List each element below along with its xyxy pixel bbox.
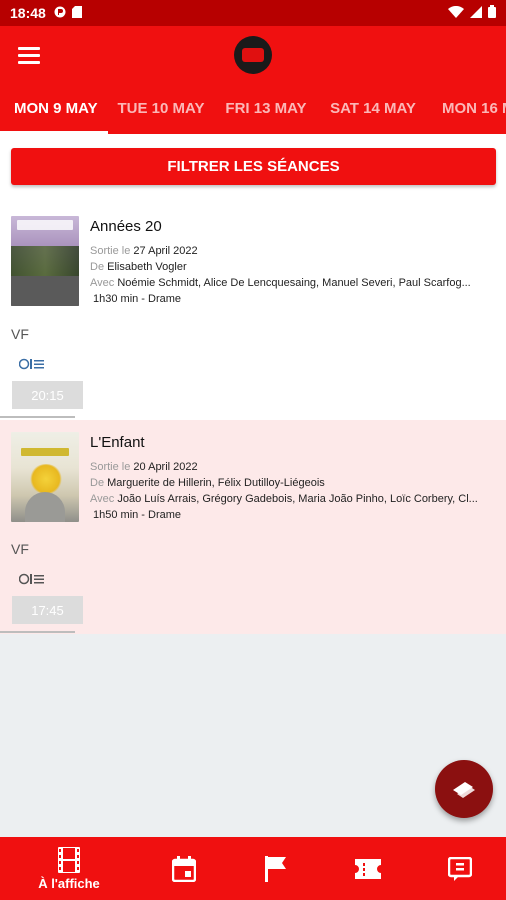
release-date: 27 April 2022 <box>133 245 198 257</box>
hamburger-menu-icon[interactable] <box>18 43 42 67</box>
movie-info: L'Enfant Sortie le 20 April 2022 De Marg… <box>90 434 500 523</box>
release-label: Sortie le <box>90 245 131 257</box>
showtime-button[interactable]: 17:45 <box>12 596 83 624</box>
ticket-icon <box>453 782 475 798</box>
release-line: Sortie le 20 April 2022 <box>90 459 494 475</box>
ticket-fab-button[interactable] <box>435 760 493 818</box>
status-bar: 18:48 <box>0 0 506 26</box>
director-line: De Elisabeth Vogler <box>90 259 494 275</box>
movie-poster[interactable] <box>11 216 79 306</box>
film-strip-icon <box>58 846 80 873</box>
release-label: Sortie le <box>90 461 131 473</box>
cast-label: Avec <box>90 277 115 289</box>
message-icon <box>448 856 472 881</box>
cast-names: Noémie Schmidt, Alice De Lencquesaing, M… <box>117 277 471 289</box>
movie-title[interactable]: L'Enfant <box>90 434 500 451</box>
release-date: 20 April 2022 <box>133 461 198 473</box>
accessibility-icon <box>19 573 44 585</box>
duration-genre: 1h30 min - Drame <box>93 293 182 305</box>
tab-date-5[interactable]: MON 16 M <box>428 84 506 134</box>
showtime-button[interactable]: 20:15 <box>12 381 83 409</box>
flag-icon <box>265 855 286 882</box>
filter-sessions-button[interactable]: FILTRER LES SÉANCES <box>11 148 496 185</box>
movie-card[interactable]: Années 20 Sortie le 27 April 2022 De Eli… <box>0 204 506 420</box>
date-tabs: MON 9 MAY TUE 10 MAY FRI 13 MAY SAT 14 M… <box>0 84 506 134</box>
movie-info: Années 20 Sortie le 27 April 2022 De Eli… <box>90 218 500 307</box>
director-names: Elisabeth Vogler <box>107 261 187 273</box>
movie-poster[interactable] <box>11 432 79 522</box>
cast-label: Avec <box>90 493 115 505</box>
app-bar <box>0 26 506 84</box>
battery-icon <box>488 5 496 21</box>
director-label: De <box>90 261 105 273</box>
director-line: De Marguerite de Hillerin, Félix Dutillo… <box>90 475 494 491</box>
tab-date-3[interactable]: FRI 13 MAY <box>214 84 318 134</box>
director-names: Marguerite de Hillerin, Félix Dutilloy-L… <box>107 477 325 489</box>
tab-date-1[interactable]: MON 9 MAY <box>0 84 108 134</box>
cast-line: Avec Noémie Schmidt, Alice De Lencquesai… <box>90 275 494 291</box>
accessibility-icon <box>19 358 44 370</box>
language-version: VF <box>11 541 29 557</box>
nav-tickets[interactable] <box>322 837 414 900</box>
nav-events[interactable] <box>230 837 322 900</box>
language-version: VF <box>11 326 29 342</box>
logo-mark <box>242 48 264 62</box>
calendar-icon <box>172 855 196 882</box>
cast-names: João Luís Arrais, Grégory Gadebois, Mari… <box>117 493 478 505</box>
status-time: 18:48 <box>10 5 46 21</box>
divider <box>0 631 75 633</box>
director-label: De <box>90 477 105 489</box>
nav-info[interactable] <box>414 837 506 900</box>
bottom-nav: À l'affiche <box>0 837 506 900</box>
tab-date-4[interactable]: SAT 14 MAY <box>318 84 428 134</box>
ticket-icon <box>355 858 381 879</box>
movie-card[interactable]: L'Enfant Sortie le 20 April 2022 De Marg… <box>0 420 506 634</box>
divider <box>0 416 75 418</box>
signal-icon <box>470 5 482 21</box>
nav-label-now-showing: À l'affiche <box>38 875 100 891</box>
nav-now-showing[interactable]: À l'affiche <box>0 837 138 900</box>
cinema-logo[interactable] <box>234 36 272 74</box>
movie-title[interactable]: Années 20 <box>90 218 500 235</box>
release-line: Sortie le 27 April 2022 <box>90 243 494 259</box>
wifi-icon <box>448 5 464 21</box>
circle-notification-icon <box>54 5 66 21</box>
cast-line: Avec João Luís Arrais, Grégory Gadebois,… <box>90 491 494 507</box>
filter-area: FILTRER LES SÉANCES <box>0 134 506 204</box>
duration-genre: 1h50 min - Drame <box>93 509 182 521</box>
nav-calendar[interactable] <box>138 837 230 900</box>
tab-date-2[interactable]: TUE 10 MAY <box>108 84 214 134</box>
sd-card-icon <box>71 5 82 21</box>
